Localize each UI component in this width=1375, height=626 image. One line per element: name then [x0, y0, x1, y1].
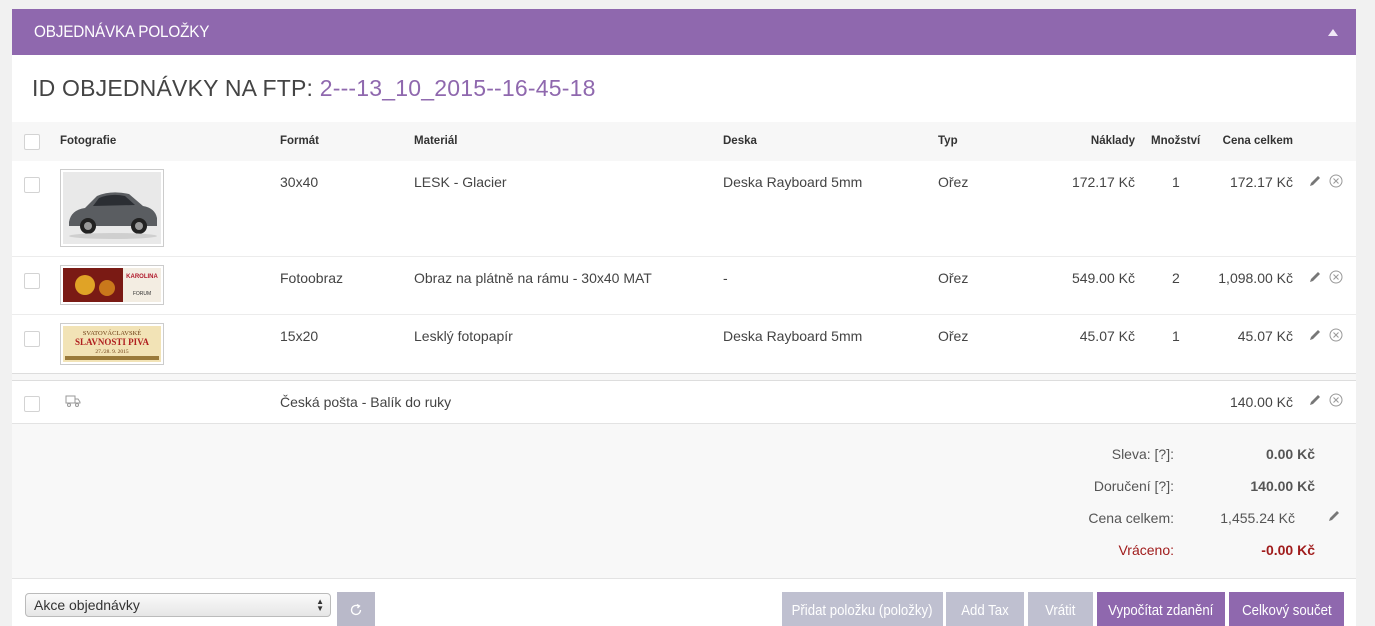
- karolina-photo-thumbnail[interactable]: KAROLINA FORUM: [60, 265, 164, 305]
- select-all-checkbox[interactable]: [24, 134, 40, 150]
- panel-header[interactable]: OBJEDNÁVKA POLOŽKY: [12, 9, 1356, 55]
- karolina-brand-text: FORUM: [133, 291, 151, 297]
- header-cost: Náklady: [1090, 135, 1135, 147]
- header-format: Formát: [280, 135, 319, 147]
- delete-x-icon[interactable]: [1329, 270, 1343, 284]
- car-photo-image: [63, 172, 161, 244]
- shipping-row: Česká pošta - Balík do ruky 140.00 Kč: [12, 380, 1356, 423]
- discount-value: 0.00 Kč: [1265, 446, 1315, 462]
- karolina-banner-image: KAROLINA FORUM: [63, 268, 161, 302]
- edit-pencil-icon[interactable]: [1308, 328, 1322, 342]
- header-photo: Fotografie: [60, 135, 117, 147]
- row-cost: 45.07 Kč: [1079, 328, 1135, 344]
- select-arrows-icon: ▲ ▼: [316, 597, 324, 613]
- shipping-checkbox[interactable]: [24, 396, 40, 412]
- shipping-label: Česká pošta - Balík do ruky: [280, 394, 452, 410]
- delete-x-icon[interactable]: [1329, 393, 1343, 407]
- row-type: Ořez: [938, 174, 969, 190]
- refresh-button[interactable]: [337, 592, 375, 626]
- car-photo-thumbnail[interactable]: [60, 169, 164, 247]
- slavnosti-banner-image: SVATOVÁCLAVSKÉ SLAVNOSTI PIVA 27./28. 9.…: [63, 326, 161, 362]
- row-checkbox[interactable]: [24, 177, 40, 193]
- refund-button[interactable]: Vrátit: [1028, 592, 1093, 626]
- slavnosti-date-text: 27./28. 9. 2015: [95, 349, 128, 355]
- total-label: Cena celkem:: [1088, 510, 1174, 526]
- delivery-value: 140.00 Kč: [1250, 478, 1315, 494]
- section-divider: [12, 373, 1356, 380]
- order-items-panel: OBJEDNÁVKA POLOŽKY ID OBJEDNÁVKY NA FTP:…: [12, 9, 1356, 626]
- edit-pencil-icon[interactable]: [1308, 393, 1322, 407]
- delete-x-icon[interactable]: [1329, 174, 1343, 188]
- karolina-title-text: KAROLINA: [126, 274, 158, 280]
- delete-x-icon[interactable]: [1329, 328, 1343, 342]
- order-id-value: 2---13_10_2015--16-45-18: [319, 75, 596, 101]
- row-total: 1,098.00 Kč: [1218, 270, 1293, 286]
- header-type: Typ: [938, 135, 958, 147]
- row-checkbox[interactable]: [24, 273, 40, 289]
- slavnosti-line1-text: SVATOVÁCLAVSKÉ: [83, 329, 142, 337]
- shipping-total: 140.00 Kč: [1229, 394, 1293, 410]
- panel-title: OBJEDNÁVKA POLOŽKY: [34, 22, 210, 41]
- order-actions-select[interactable]: Akce objednávky ▲ ▼: [25, 593, 331, 617]
- slavnosti-line2-text: SLAVNOSTI PIVA: [75, 337, 149, 347]
- table-row: SVATOVÁCLAVSKÉ SLAVNOSTI PIVA 27./28. 9.…: [12, 315, 1356, 373]
- order-id-heading: ID OBJEDNÁVKY NA FTP: 2---13_10_2015--16…: [32, 75, 596, 102]
- truck-icon: [65, 395, 81, 407]
- row-type: Ořez: [938, 270, 969, 286]
- refunded-label: Vráceno:: [1118, 542, 1174, 558]
- row-cost: 549.00 Kč: [1071, 270, 1135, 286]
- table-row: 30x40 LESK - Glacier Deska Rayboard 5mm …: [12, 161, 1356, 257]
- add-tax-label: Add Tax: [961, 601, 1009, 619]
- add-tax-button[interactable]: Add Tax: [946, 592, 1024, 626]
- order-id-label: ID OBJEDNÁVKY NA FTP:: [32, 75, 314, 101]
- row-material: LESK - Glacier: [414, 174, 507, 190]
- refund-label: Vrátit: [1045, 601, 1076, 619]
- row-format: 15x20: [280, 328, 319, 344]
- order-actions-select-value: Akce objednávky: [34, 597, 140, 613]
- calculate-tax-button[interactable]: Vypočítat zdanění: [1097, 592, 1225, 626]
- add-item-button[interactable]: Přidat položku (položky): [782, 592, 943, 626]
- add-item-label: Přidat položku (položky): [792, 601, 933, 619]
- refresh-icon: [350, 603, 362, 616]
- calculate-tax-label: Vypočítat zdanění: [1108, 601, 1214, 619]
- grand-total-label: Celkový součet: [1241, 601, 1332, 619]
- row-material: Lesklý fotopapír: [414, 328, 513, 344]
- row-board: -: [723, 270, 728, 286]
- order-actions-footer: Akce objednávky ▲ ▼ Přidat položku (polož…: [12, 578, 1356, 626]
- refunded-value: -0.00 Kč: [1261, 542, 1315, 558]
- totals-section: Sleva: [?]: 0.00 Kč Doručení [?]: 140.00…: [12, 423, 1356, 578]
- edit-total-pencil-icon[interactable]: [1327, 509, 1341, 523]
- total-value: 1,455.24 Kč: [1220, 510, 1295, 526]
- row-total: 45.07 Kč: [1237, 328, 1293, 344]
- row-format: Fotoobraz: [280, 270, 344, 286]
- header-board: Deska: [723, 135, 757, 147]
- grand-total-button[interactable]: Celkový součet: [1229, 592, 1344, 626]
- row-format: 30x40: [280, 174, 319, 190]
- collapse-icon[interactable]: [1328, 28, 1338, 36]
- table-header: Fotografie Formát Materiál Deska Typ Nák…: [12, 122, 1356, 161]
- header-total: Cena celkem: [1222, 135, 1293, 147]
- row-type: Ořez: [938, 328, 969, 344]
- row-board: Deska Rayboard 5mm: [723, 174, 863, 190]
- table-row: KAROLINA FORUM Fotoobraz Obraz na plátně…: [12, 257, 1356, 314]
- header-material: Materiál: [414, 135, 458, 147]
- row-cost: 172.17 Kč: [1071, 174, 1135, 190]
- row-total: 172.17 Kč: [1229, 174, 1293, 190]
- edit-pencil-icon[interactable]: [1308, 174, 1322, 188]
- edit-pencil-icon[interactable]: [1308, 270, 1322, 284]
- row-checkbox[interactable]: [24, 331, 40, 347]
- slavnosti-photo-thumbnail[interactable]: SVATOVÁCLAVSKÉ SLAVNOSTI PIVA 27./28. 9.…: [60, 323, 164, 365]
- row-material: Obraz na plátně na rámu - 30x40 MAT: [414, 270, 652, 286]
- delivery-label: Doručení [?]:: [1093, 478, 1174, 494]
- row-board: Deska Rayboard 5mm: [723, 328, 863, 344]
- discount-label: Sleva: [?]:: [1111, 446, 1174, 462]
